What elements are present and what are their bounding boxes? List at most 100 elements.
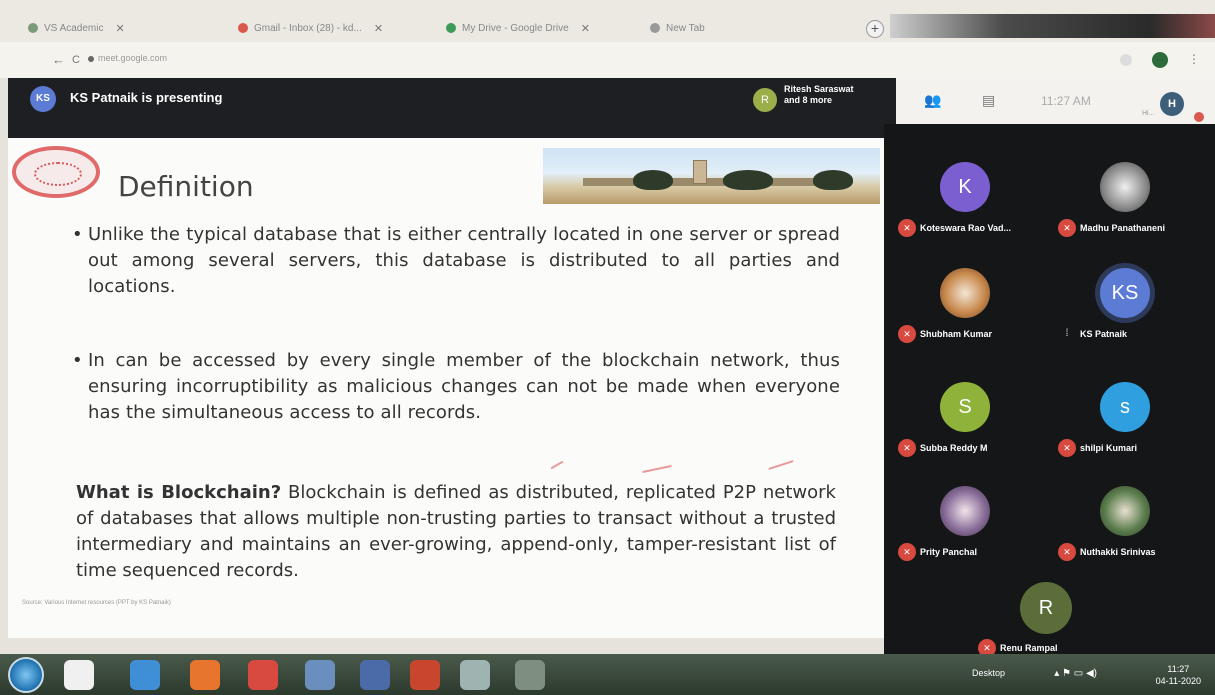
browser-tab[interactable]: My Drive - Google Drive ✕ (446, 18, 636, 38)
building-shape (583, 178, 843, 186)
people-icon[interactable]: 👥 (924, 92, 941, 109)
profile-icon[interactable] (1152, 52, 1168, 68)
participant-avatar: S (940, 382, 990, 432)
viewers-line-2: and 8 more (784, 95, 833, 105)
tray-icons[interactable]: ▴ ⚑ ▭ ◀) (1054, 668, 1097, 679)
mic-off-icon: ✕ (898, 439, 916, 457)
participant-tile[interactable]: ✕ Prity Panchal (884, 476, 1044, 564)
participant-tile[interactable]: R ✕ Renu Rampal (964, 572, 1124, 660)
tree-shape (813, 170, 853, 190)
browser-tab[interactable]: VS Academic ✕ (28, 18, 208, 38)
participant-photo (940, 486, 990, 536)
presenting-label: KS Patnaik is presenting (70, 90, 223, 105)
tab-favicon-icon (28, 23, 38, 33)
participant-avatar: R (1020, 582, 1072, 634)
newtab-icon (650, 23, 660, 33)
lock-icon (88, 56, 94, 62)
ie-icon[interactable] (130, 660, 160, 690)
pen-annotation (642, 464, 672, 474)
user-avatar[interactable]: H (1160, 92, 1184, 116)
slide-footnote: Source: Various Internet resources (PPT … (22, 600, 171, 606)
participants-grid: K ✕ Koteswara Rao Vad... ✕ Madhu Panatha… (884, 124, 1215, 657)
close-icon[interactable]: ✕ (374, 22, 383, 35)
meeting-clock: 11:27 AM (1041, 94, 1091, 108)
definition-heading: What is Blockchain? (76, 482, 282, 503)
url-field[interactable]: meet.google.com (98, 53, 167, 63)
bullet-2: • In can be accessed by every single mem… (72, 348, 840, 426)
reload-icon[interactable]: C (72, 54, 80, 66)
mic-off-icon: ✕ (1058, 543, 1076, 561)
taskbar-time: 11:27 (1167, 664, 1190, 674)
notification-badge (1194, 112, 1204, 122)
meet-top-right-bar: 👥 ▤ 11:27 AM Hi... H (896, 78, 1215, 124)
participant-tile[interactable]: KS ⁞ KS Patnaik (1044, 258, 1204, 346)
participant-avatar: K (940, 162, 990, 212)
participant-photo (1100, 486, 1150, 536)
star-icon[interactable] (1120, 54, 1132, 66)
participant-tile[interactable]: ✕ Madhu Panathaneni (1044, 152, 1204, 240)
desktop-toolbar-label[interactable]: Desktop (972, 668, 1005, 678)
start-button[interactable] (8, 657, 44, 693)
drive-icon (446, 23, 456, 33)
pen-annotation (768, 460, 794, 470)
tree-shape (633, 170, 673, 190)
mic-off-icon: ✕ (898, 543, 916, 561)
close-icon[interactable]: ✕ (581, 22, 590, 35)
mic-off-icon: ✕ (1058, 219, 1076, 237)
taskbar-date: 04-11-2020 (1155, 676, 1201, 686)
browser-tab[interactable]: Gmail - Inbox (28) - kd... ✕ (238, 18, 418, 38)
participant-name: Renu Rampal (1000, 643, 1058, 653)
back-icon[interactable]: ← (52, 52, 65, 67)
tab-label: VS Academic (44, 22, 104, 34)
blockchain-definition: What is Blockchain? Blockchain is define… (76, 480, 836, 584)
opera-icon[interactable] (248, 660, 278, 690)
pen-annotation (550, 460, 564, 470)
participant-tile[interactable]: ✕ Nuthakki Srinivas (1044, 476, 1204, 564)
tab-label: Gmail - Inbox (28) - kd... (254, 22, 362, 34)
menu-icon[interactable]: ⋮ (1188, 52, 1200, 66)
bullet-dot-icon: • (72, 224, 83, 245)
user-label: Hi... (1142, 110, 1155, 117)
window-title-bar (890, 14, 1215, 38)
bullet-2-text: In can be accessed by every single membe… (88, 350, 840, 423)
chrome-icon[interactable] (64, 660, 94, 690)
meet-presentation-bar: KS KS Patnaik is presenting R Ritesh Sar… (8, 78, 896, 138)
close-icon[interactable]: ✕ (115, 22, 124, 35)
participant-name: shilpi Kumari (1080, 443, 1138, 453)
browser-tab[interactable]: New Tab ✕ (650, 18, 850, 38)
participant-name: Shubham Kumar (920, 329, 993, 339)
firefox-icon[interactable] (190, 660, 220, 690)
participant-tile[interactable]: S ✕ Subba Reddy M (884, 372, 1044, 460)
university-logo (12, 146, 100, 198)
tab-label: New Tab (666, 22, 705, 34)
participant-name: Koteswara Rao Vad... (920, 223, 1012, 233)
participant-photo (1100, 162, 1150, 212)
powerpoint-icon[interactable] (410, 660, 440, 690)
participant-tile[interactable]: K ✕ Koteswara Rao Vad... (884, 152, 1044, 240)
app-icon[interactable] (360, 660, 390, 690)
screen: VS Academic ✕ Gmail - Inbox (28) - kd...… (0, 0, 1215, 695)
mic-off-icon: ✕ (1058, 439, 1076, 457)
viewers-label: Ritesh Saraswat and 8 more (784, 84, 884, 106)
mic-off-icon: ✕ (898, 219, 916, 237)
media-icon[interactable] (515, 660, 545, 690)
taskbar-clock[interactable]: 11:27 04-11-2020 (1156, 663, 1201, 687)
new-tab-button[interactable]: + (866, 20, 884, 38)
viewer-avatar: R (753, 88, 777, 112)
chat-icon[interactable]: ▤ (982, 92, 995, 109)
tree-shape (723, 170, 773, 190)
campus-photo (543, 148, 880, 204)
viewers-line-1: Ritesh Saraswat (784, 84, 854, 94)
participant-avatar: KS (1100, 268, 1150, 318)
participant-tile[interactable]: ✕ Shubham Kumar (884, 258, 1044, 346)
participant-tile[interactable]: s ✕ shilpi Kumari (1044, 372, 1204, 460)
explorer-icon[interactable] (305, 660, 335, 690)
participant-avatar: s (1100, 382, 1150, 432)
photos-icon[interactable] (460, 660, 490, 690)
address-bar-row: ← C meet.google.com ⋮ (0, 42, 1215, 78)
browser-tabstrip: VS Academic ✕ Gmail - Inbox (28) - kd...… (0, 0, 1215, 42)
tab-label: My Drive - Google Drive (462, 22, 569, 34)
mic-off-icon: ✕ (898, 325, 916, 343)
participant-name: Madhu Panathaneni (1080, 223, 1166, 233)
tower-shape (693, 160, 707, 184)
